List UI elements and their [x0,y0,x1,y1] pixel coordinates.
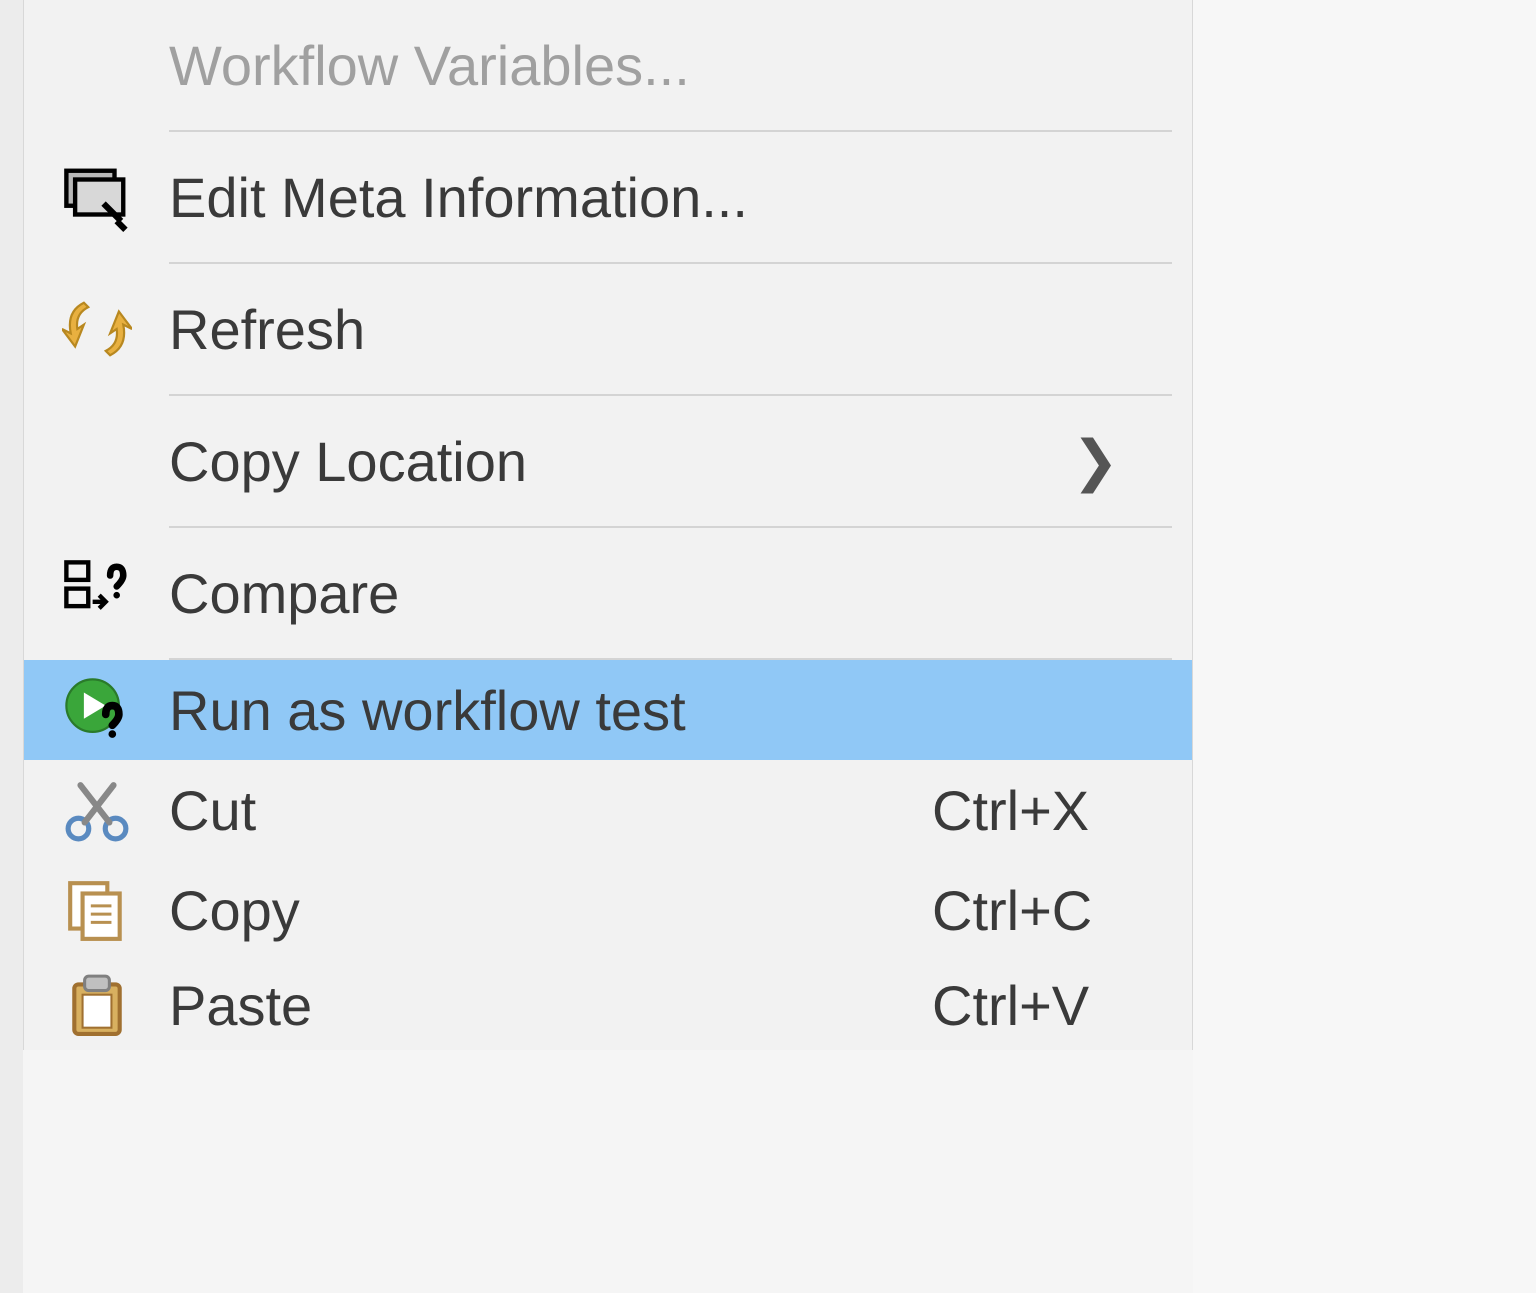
background-right [1193,0,1536,1293]
context-menu: Workflow Variables... Edit Meta Informat… [23,0,1193,1050]
menu-label: Paste [169,973,932,1038]
compare-icon [24,528,169,658]
no-icon [24,396,169,526]
menu-item-copy[interactable]: Copy Ctrl+C [24,860,1192,960]
menu-label: Cut [169,778,932,843]
menu-item-paste[interactable]: Paste Ctrl+V [24,960,1192,1050]
menu-shortcut: Ctrl+V [932,973,1192,1038]
run-test-icon [24,660,169,760]
menu-label: Edit Meta Information... [169,165,1192,230]
menu-item-compare[interactable]: Compare [24,528,1192,658]
paste-icon [24,960,169,1050]
menu-item-run-workflow-test[interactable]: Run as workflow test [24,660,1192,760]
menu-item-edit-meta[interactable]: Edit Meta Information... [24,132,1192,262]
submenu-arrow-icon: ❯ [1072,428,1192,494]
edit-meta-icon [24,132,169,262]
menu-label: Compare [169,561,1192,626]
menu-label: Refresh [169,297,1192,362]
cut-icon [24,760,169,860]
copy-icon [24,860,169,960]
menu-item-cut[interactable]: Cut Ctrl+X [24,760,1192,860]
no-icon [24,0,169,130]
menu-shortcut: Ctrl+X [932,778,1192,843]
background-left [0,0,23,1293]
menu-shortcut: Ctrl+C [932,878,1192,943]
refresh-icon [24,264,169,394]
menu-label: Copy [169,878,932,943]
menu-label: Run as workflow test [169,678,1192,743]
menu-item-refresh[interactable]: Refresh [24,264,1192,394]
menu-item-workflow-variables: Workflow Variables... [24,0,1192,130]
menu-label: Copy Location [169,429,1072,494]
menu-label: Workflow Variables... [169,33,1192,98]
menu-item-copy-location[interactable]: Copy Location ❯ [24,396,1192,526]
